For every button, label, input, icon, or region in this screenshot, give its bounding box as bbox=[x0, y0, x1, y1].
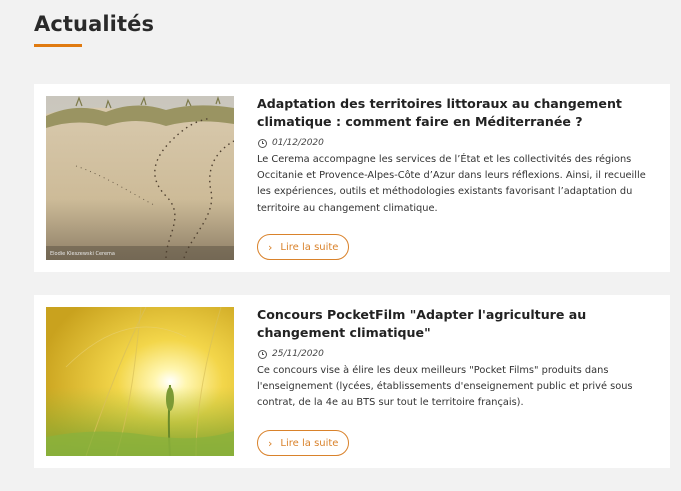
chevron-right-icon: › bbox=[268, 436, 273, 450]
news-date: 01/12/2020 bbox=[257, 138, 656, 148]
news-date: 25/11/2020 bbox=[257, 349, 656, 359]
news-body: Adaptation des territoires littoraux au … bbox=[257, 95, 656, 217]
news-date-text: 25/11/2020 bbox=[272, 349, 324, 359]
clock-icon bbox=[258, 349, 267, 359]
news-excerpt: Le Cerema accompagne les services de l’É… bbox=[257, 154, 646, 214]
wheat-field-photo bbox=[46, 307, 234, 456]
news-card: Concours PocketFilm "Adapter l'agricultu… bbox=[34, 295, 670, 468]
news-card: Elodie Kleszewski Cerema Adaptation des … bbox=[34, 84, 670, 272]
read-more-label: Lire la suite bbox=[280, 241, 339, 253]
sand-dunes-photo bbox=[46, 96, 234, 260]
read-more-button[interactable]: › Lire la suite bbox=[257, 234, 350, 260]
news-excerpt: Ce concours vise à élire les deux meille… bbox=[257, 365, 633, 409]
news-image-wheat[interactable] bbox=[46, 307, 234, 456]
news-title[interactable]: Concours PocketFilm "Adapter l'agricultu… bbox=[257, 306, 656, 342]
news-body: Concours PocketFilm "Adapter l'agricultu… bbox=[257, 306, 656, 412]
chevron-right-icon: › bbox=[268, 240, 273, 254]
news-date-text: 01/12/2020 bbox=[272, 138, 324, 148]
title-underline bbox=[34, 44, 82, 47]
read-more-label: Lire la suite bbox=[280, 437, 339, 449]
news-image-dunes[interactable]: Elodie Kleszewski Cerema bbox=[46, 96, 234, 260]
read-more-button[interactable]: › Lire la suite bbox=[257, 430, 350, 456]
clock-icon bbox=[258, 138, 267, 148]
section-title: Actualités bbox=[34, 12, 155, 36]
image-credit: Elodie Kleszewski Cerema bbox=[50, 251, 115, 257]
news-title[interactable]: Adaptation des territoires littoraux au … bbox=[257, 95, 656, 131]
